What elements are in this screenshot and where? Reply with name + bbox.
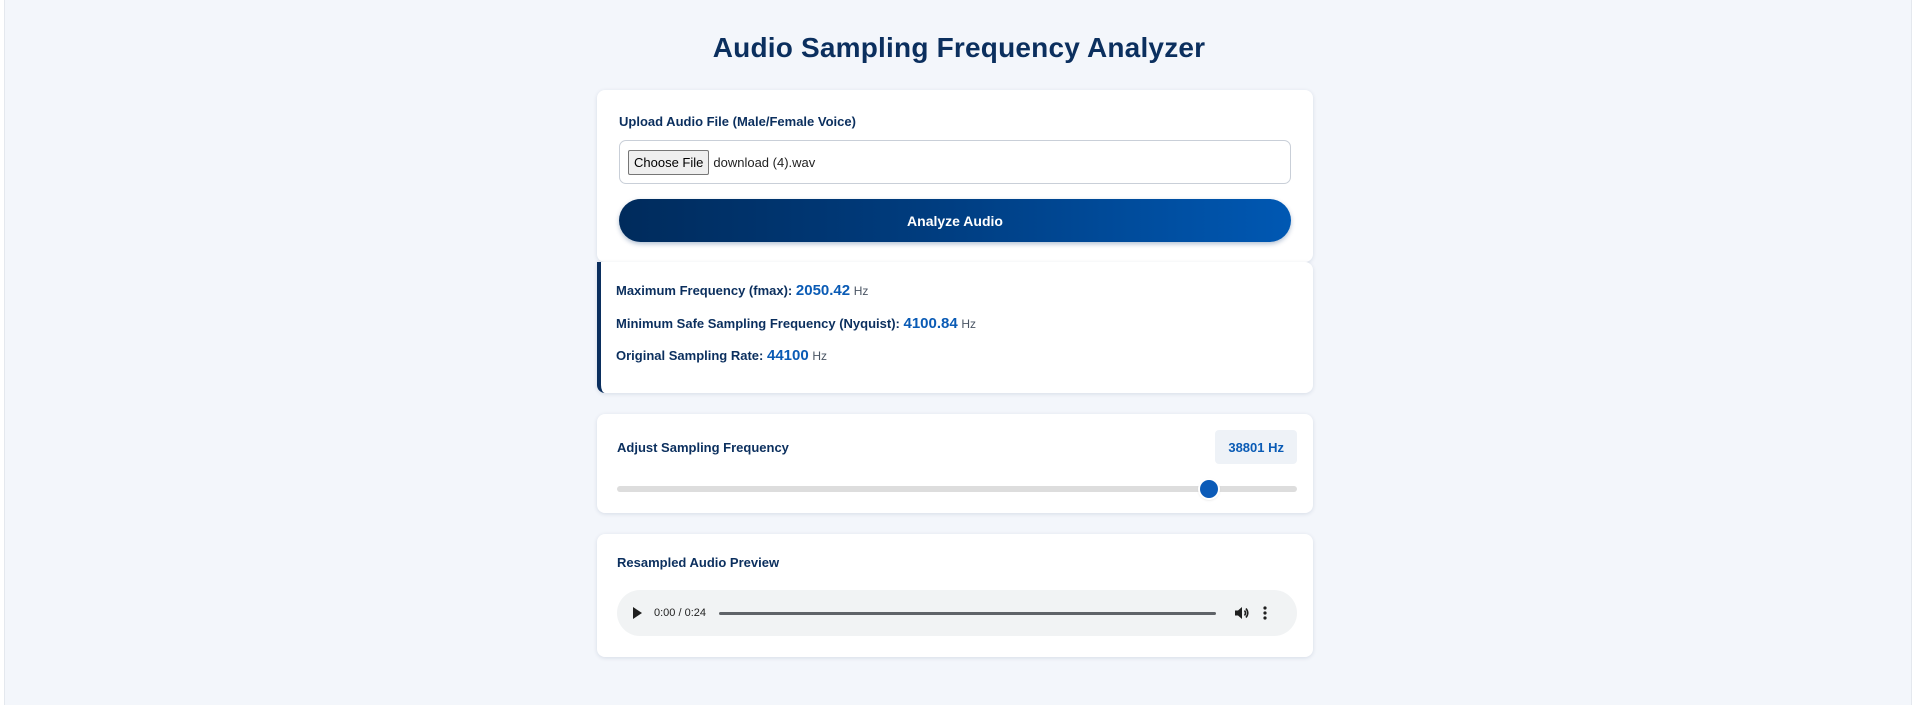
original-rate-value: 44100 (766, 347, 809, 364)
scrollbar[interactable] (1912, 0, 1916, 705)
fmax-row: Maximum Frequency (fmax): 2050.42 Hz (616, 282, 868, 299)
nyquist-value: 4100.84 (903, 315, 958, 332)
page-background: Audio Sampling Frequency Analyzer Upload… (4, 0, 1912, 705)
audio-progress-bar[interactable] (719, 611, 1216, 615)
page-title: Audio Sampling Frequency Analyzer (712, 32, 1206, 63)
analyze-audio-button[interactable]: Analyze Audio (619, 199, 1291, 242)
upload-label: Upload Audio File (Male/Female Voice) (619, 114, 856, 129)
results-card: Maximum Frequency (fmax): 2050.42 Hz Min… (597, 262, 1313, 393)
nyquist-unit: Hz (961, 317, 977, 331)
audio-time: 0:00 / 0:24 (654, 607, 706, 619)
selected-file-name: download (4).wav (713, 154, 816, 170)
fmax-unit: Hz (853, 284, 869, 298)
more-options-icon[interactable] (1263, 606, 1267, 620)
slider-thumb[interactable] (1199, 480, 1218, 498)
sampling-slider[interactable] (617, 480, 1297, 498)
fmax-label: Maximum Frequency (fmax): (616, 283, 793, 298)
volume-icon[interactable] (1234, 606, 1250, 620)
upload-card: Upload Audio File (Male/Female Voice) Ch… (597, 90, 1313, 262)
fmax-value: 2050.42 (795, 282, 851, 299)
play-icon[interactable] (633, 607, 642, 619)
nyquist-label: Minimum Safe Sampling Frequency (Nyquist… (616, 316, 900, 331)
original-rate-unit: Hz (812, 349, 827, 363)
sampling-card: Adjust Sampling Frequency 38801 Hz (597, 414, 1313, 513)
sampling-value-badge: 38801 Hz (1215, 430, 1297, 464)
original-rate-label: Original Sampling Rate: (616, 348, 764, 363)
nyquist-row: Minimum Safe Sampling Frequency (Nyquist… (616, 315, 976, 332)
choose-file-button[interactable]: Choose File (628, 149, 710, 175)
preview-card: Resampled Audio Preview 0:00 / 0:24 (597, 534, 1313, 657)
original-rate-row: Original Sampling Rate: 44100 Hz (616, 347, 827, 364)
sampling-label: Adjust Sampling Frequency (617, 440, 789, 455)
preview-label: Resampled Audio Preview (617, 555, 780, 570)
audio-player: 0:00 / 0:24 (617, 590, 1297, 636)
file-input[interactable]: Choose File download (4).wav (619, 140, 1291, 184)
